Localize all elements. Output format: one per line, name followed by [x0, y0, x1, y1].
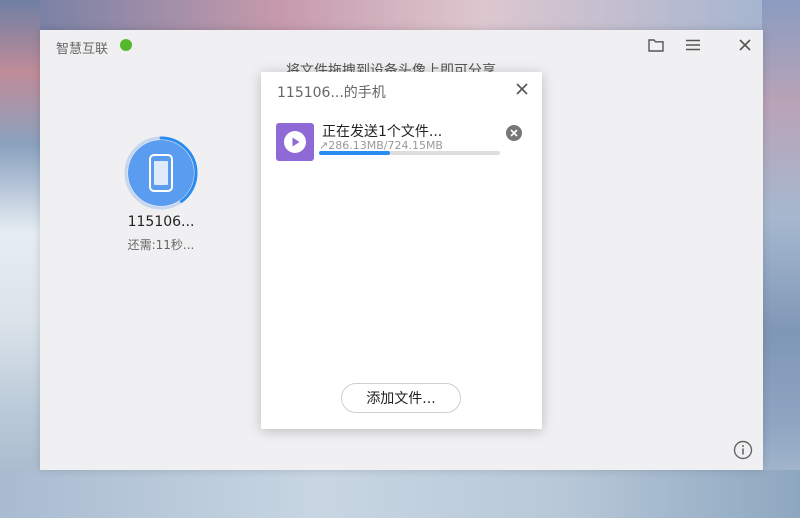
file-progress-bar	[319, 151, 500, 155]
file-transfer-status: 正在发送1个文件...	[322, 124, 443, 140]
file-progress-fill	[319, 151, 391, 155]
device-name: 115106...	[127, 214, 195, 230]
info-icon[interactable]	[733, 440, 753, 460]
add-file-button[interactable]: 添加文件...	[341, 383, 461, 413]
connection-status-dot	[120, 39, 132, 51]
device-remaining-time: 还需:11秒...	[127, 238, 195, 252]
device-avatar[interactable]	[124, 136, 198, 210]
app-title: 智慧互联	[56, 42, 109, 57]
video-play-icon	[276, 123, 314, 161]
dialog-close-icon[interactable]	[514, 81, 530, 97]
desktop-wallpaper-bottom	[0, 470, 800, 518]
cancel-icon[interactable]	[505, 124, 523, 142]
dialog-title: 115106...的手机	[277, 85, 386, 101]
close-icon[interactable]	[735, 36, 755, 54]
folder-icon[interactable]	[646, 36, 666, 54]
desktop-wallpaper-top	[0, 0, 800, 30]
menu-icon[interactable]	[683, 36, 703, 54]
desktop-wallpaper-right	[762, 0, 800, 518]
transfer-dialog: 115106...的手机 正在发送1个文件... ↗286.13MB/724.1…	[261, 72, 542, 429]
desktop-wallpaper-left	[0, 0, 40, 518]
